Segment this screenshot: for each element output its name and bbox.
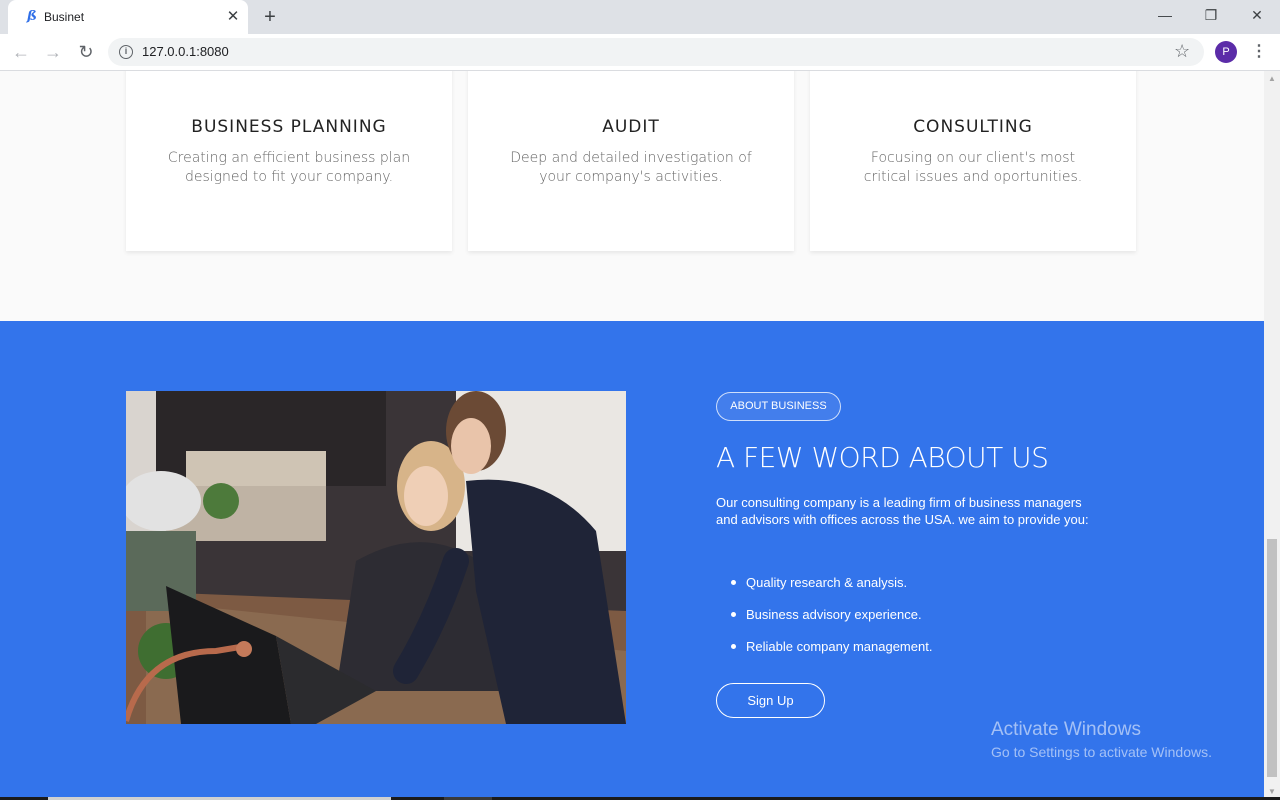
site-info-icon[interactable]: i — [119, 45, 133, 59]
service-title: AUDIT — [602, 117, 660, 137]
back-button[interactable]: ← — [9, 41, 33, 63]
tab-close-icon[interactable]: ✕ — [224, 8, 242, 26]
url-text[interactable]: 127.0.0.1:8080 — [142, 44, 229, 59]
activate-windows-subtitle: Go to Settings to activate Windows. — [991, 744, 1212, 760]
service-title: BUSINESS PLANNING — [191, 117, 387, 137]
list-item: Reliable company management. — [730, 638, 932, 670]
minimize-button[interactable]: — — [1142, 0, 1188, 30]
about-title: A FEW WORD ABOUT US — [716, 441, 1049, 474]
page-scrollbar[interactable]: ▲ ▼ — [1264, 71, 1280, 800]
service-description: Focusing on our client's most critical i… — [863, 150, 1083, 185]
service-card-business-planning: 4 BUSINESS PLANNING Creating an efficien… — [126, 71, 452, 251]
sign-up-button[interactable]: Sign Up — [716, 683, 825, 718]
tab-title: Businet — [44, 10, 85, 24]
list-item: Business advisory experience. — [730, 606, 932, 638]
service-card-audit: AUDIT Deep and detailed investigation of… — [468, 71, 794, 251]
service-description: Deep and detailed investigation of your … — [510, 150, 752, 185]
about-photo — [126, 391, 626, 724]
activate-windows-title: Activate Windows — [991, 719, 1141, 740]
bookmark-star-icon[interactable]: ☆ — [1174, 41, 1190, 62]
about-description: Our consulting company is a leading firm… — [716, 495, 1089, 527]
site-favicon-icon: ß — [27, 9, 37, 24]
scroll-down-icon[interactable]: ▼ — [1267, 787, 1277, 797]
about-badge: ABOUT BUSINESS — [716, 392, 841, 421]
browser-tab[interactable]: ß Businet ✕ — [8, 0, 248, 34]
chart-bars-icon: 4 — [126, 71, 452, 91]
service-title: CONSULTING — [913, 117, 1033, 137]
magnifier-icon — [468, 71, 794, 91]
browser-toolbar: ← → ↻ i 127.0.0.1:8080 ☆ P ⋮ — [0, 34, 1280, 71]
list-item: Quality research & analysis. — [730, 574, 932, 606]
forward-button[interactable]: → — [41, 41, 65, 63]
service-description: Creating an efficient business plan desi… — [167, 150, 411, 185]
scroll-up-icon[interactable]: ▲ — [1267, 74, 1277, 84]
browser-menu-icon[interactable]: ⋮ — [1251, 41, 1267, 63]
scrollbar-thumb[interactable] — [1267, 539, 1277, 777]
new-tab-button[interactable]: + — [259, 6, 281, 28]
page-viewport: 4 BUSINESS PLANNING Creating an efficien… — [0, 71, 1264, 800]
profile-avatar[interactable]: P — [1215, 41, 1237, 63]
reload-button[interactable]: ↻ — [74, 41, 98, 63]
about-benefits-list: Quality research & analysis. Business ad… — [730, 574, 932, 670]
restore-button[interactable]: ❐ — [1188, 0, 1234, 30]
tab-strip: ß Businet ✕ + — ❐ ✕ — [0, 0, 1280, 34]
speech-bubble-icon — [810, 71, 1136, 91]
service-card-consulting: CONSULTING Focusing on our client's most… — [810, 71, 1136, 251]
address-bar[interactable]: i 127.0.0.1:8080 ☆ — [108, 38, 1204, 66]
window-close-button[interactable]: ✕ — [1234, 0, 1280, 30]
